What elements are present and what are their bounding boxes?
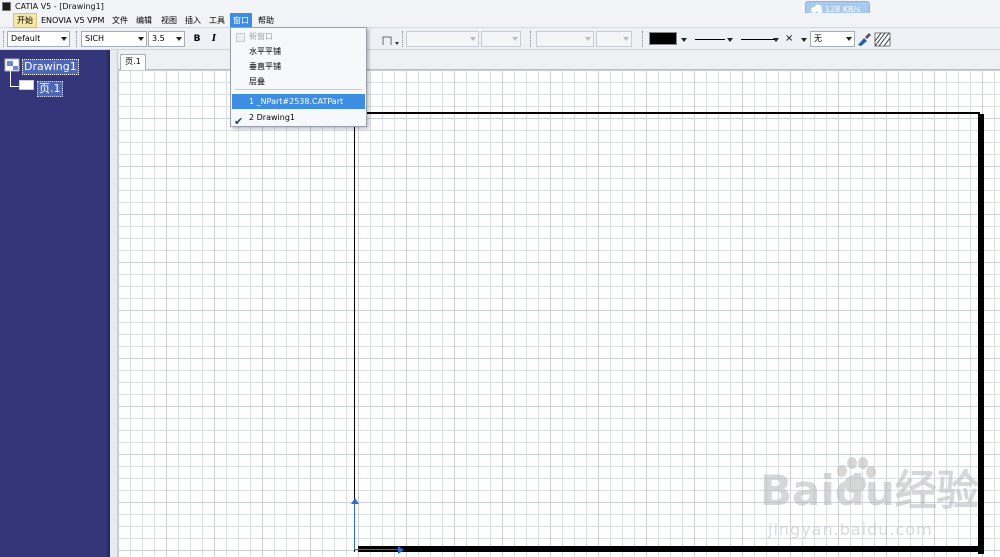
- menu-tools[interactable]: 工具: [206, 13, 228, 28]
- line-thickness-sample[interactable]: [695, 39, 725, 40]
- watermark-url: jingyan.baidu.com: [768, 520, 933, 539]
- menu-file[interactable]: 文件: [109, 13, 131, 28]
- chevron-down-icon: [846, 37, 852, 41]
- x-axis-icon: [354, 549, 400, 550]
- frame-size-combo[interactable]: [481, 31, 521, 47]
- x-axis-arrow-icon: [398, 546, 404, 554]
- anchor-icon[interactable]: [380, 33, 400, 47]
- menu-start[interactable]: 开始: [13, 13, 37, 28]
- tree-connector: [10, 70, 11, 86]
- tree-connector: [10, 86, 19, 87]
- menu-insert[interactable]: 插入: [182, 13, 204, 28]
- menu-item-tile-vertical[interactable]: 垂直平铺: [232, 59, 365, 74]
- dimension-size-combo[interactable]: [596, 31, 632, 47]
- sheet-icon[interactable]: [19, 80, 34, 90]
- menu-item-window-1[interactable]: 1 _NPart#2538.CATPart: [232, 94, 365, 109]
- point-type-value[interactable]: ×: [785, 33, 793, 45]
- check-icon: ✔: [234, 115, 244, 128]
- chevron-down-icon: [470, 37, 476, 41]
- hatching-icon[interactable]: [874, 32, 891, 47]
- drawing-icon[interactable]: [4, 58, 20, 72]
- chevron-down-icon: [61, 37, 67, 41]
- menu-item-window-2[interactable]: 2 Drawing1: [232, 110, 365, 125]
- color-swatch[interactable]: [649, 32, 677, 45]
- chevron-down-icon: [176, 37, 182, 41]
- chevron-down-icon: [512, 37, 518, 41]
- toolbar-grip[interactable]: [402, 31, 404, 47]
- style-combo[interactable]: Default: [7, 31, 70, 47]
- menu-window[interactable]: 窗口: [230, 13, 252, 28]
- chevron-down-icon: [138, 37, 144, 41]
- window-menu-dropdown: 新窗口 水平平铺 垂直平铺 层叠 1 _NPart#2538.CATPart 2…: [230, 27, 367, 128]
- font-size-value: 3.5: [152, 34, 165, 43]
- menu-separator: [235, 89, 362, 90]
- menu-edit[interactable]: 编辑: [133, 13, 155, 28]
- window-title: CATIA V5 - [Drawing1]: [15, 2, 104, 11]
- toolbar-grip[interactable]: [530, 31, 532, 47]
- fill-value: 无: [814, 34, 822, 43]
- chevron-down-icon[interactable]: [801, 38, 807, 42]
- panel-splitter[interactable]: [110, 50, 118, 557]
- watermark: Baidu经验 jingyan.baidu.com: [760, 450, 990, 550]
- text-properties-toolbar: Default SICH 3.5 B I × 无: [0, 28, 1000, 50]
- menu-item-cascade[interactable]: 层叠: [232, 74, 365, 89]
- menu-help[interactable]: 帮助: [255, 13, 277, 28]
- toolbar-grip[interactable]: [76, 31, 78, 47]
- chevron-down-icon: [585, 37, 591, 41]
- italic-button[interactable]: I: [207, 32, 221, 46]
- line-type-sample[interactable]: [741, 39, 775, 40]
- font-value: SICH: [85, 34, 105, 43]
- chevron-down-icon: [623, 37, 629, 41]
- y-axis-icon: [354, 500, 355, 550]
- checkbox-icon: [236, 33, 245, 42]
- chevron-down-icon[interactable]: [773, 38, 779, 42]
- brush-icon[interactable]: [856, 32, 872, 47]
- catia-app-icon[interactable]: [2, 2, 11, 11]
- tree-node-sheet[interactable]: 页.1: [37, 81, 63, 97]
- tab-sheet-1[interactable]: 页.1: [120, 54, 146, 70]
- frame-combo[interactable]: [406, 31, 479, 47]
- chevron-down-icon[interactable]: [727, 38, 733, 42]
- fill-combo[interactable]: 无: [810, 31, 855, 47]
- font-size-combo[interactable]: 3.5: [148, 31, 185, 47]
- menu-view[interactable]: 视图: [158, 13, 180, 28]
- menu-bar: 开始 ENOVIA V5 VPM 文件 编辑 视图 插入 工具 窗口 帮助: [0, 13, 1000, 28]
- toolbar-grip[interactable]: [642, 31, 644, 47]
- paw-icon: [837, 457, 876, 493]
- chevron-down-icon[interactable]: [681, 38, 687, 42]
- y-axis-arrow-icon: [351, 498, 359, 504]
- menu-item-tile-horizontal[interactable]: 水平平铺: [232, 44, 365, 59]
- dimension-combo[interactable]: [536, 31, 594, 47]
- font-combo[interactable]: SICH: [81, 31, 147, 47]
- toolbar-grip[interactable]: [3, 31, 5, 47]
- tree-node-drawing[interactable]: Drawing1: [22, 59, 79, 75]
- bold-button[interactable]: B: [190, 32, 204, 46]
- menu-item-new-window[interactable]: 新窗口: [232, 29, 365, 44]
- style-value: Default: [11, 34, 41, 43]
- menu-enovia[interactable]: ENOVIA V5 VPM: [38, 13, 107, 28]
- specification-tree[interactable]: Drawing1 页.1: [0, 50, 110, 557]
